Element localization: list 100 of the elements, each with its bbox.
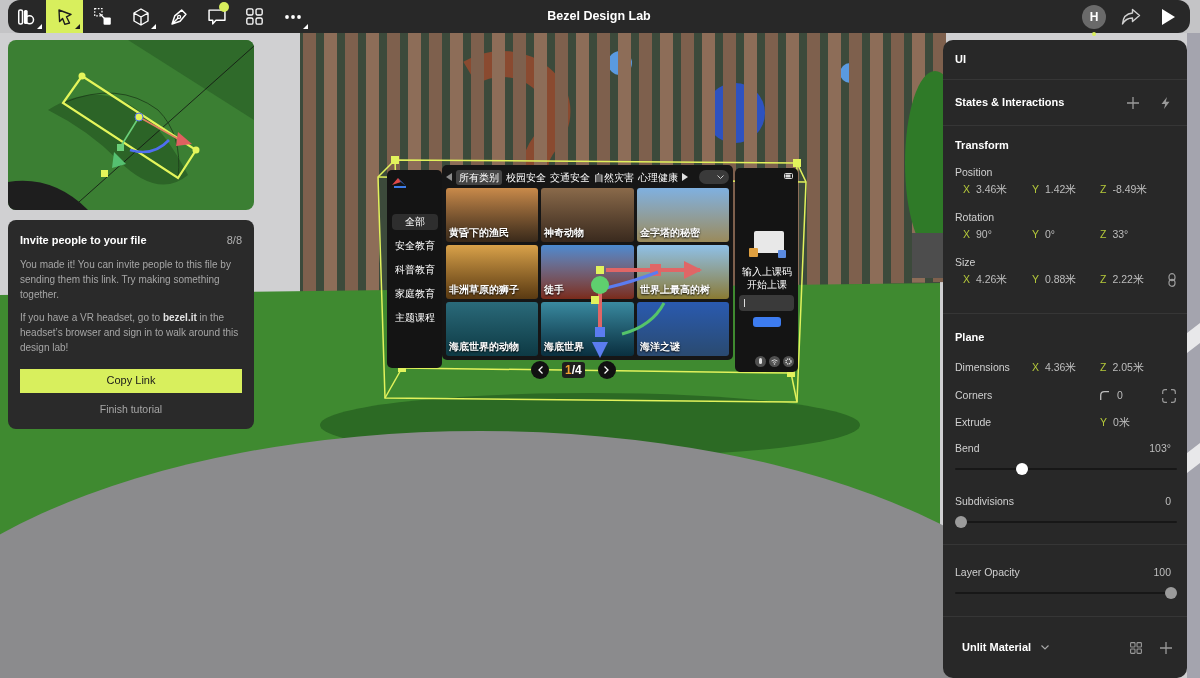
number-field[interactable]: 2.22米: [1112, 272, 1144, 288]
number-field[interactable]: 90°: [976, 227, 992, 243]
material-library-button[interactable]: [1130, 641, 1142, 654]
tutorial-title: Invite people to your file: [20, 233, 147, 248]
section-title: Transform: [955, 138, 1010, 152]
share-arrow-icon: [1121, 7, 1141, 26]
category-item[interactable]: 全部: [391, 214, 438, 230]
x-axis-arrow[interactable]: [606, 261, 702, 279]
axis-label: Z: [1100, 360, 1107, 375]
axis-label: X: [1032, 360, 1039, 375]
video-title: 黄昏下的渔民: [449, 227, 509, 239]
caret-right-icon[interactable]: [682, 173, 688, 181]
category-tab[interactable]: 校园安全: [506, 169, 546, 185]
grid-icon: [1130, 641, 1142, 654]
chevron-right-icon: [604, 366, 610, 374]
category-item[interactable]: 家庭教育: [391, 286, 438, 302]
plus-icon: [1160, 641, 1172, 654]
wifi-icon[interactable]: [769, 356, 780, 367]
interactions-button[interactable]: [1159, 96, 1171, 109]
video-thumbnail[interactable]: 海底世界的动物: [446, 302, 539, 356]
number-field[interactable]: 0.88米: [1045, 272, 1077, 288]
number-field[interactable]: 0米: [1113, 415, 1130, 431]
axis-label: Z: [1100, 182, 1107, 198]
window-title: Bezel Design Lab: [547, 8, 651, 26]
number-field[interactable]: 4.26米: [976, 272, 1008, 288]
start-class-button[interactable]: [752, 317, 781, 327]
gear-icon[interactable]: [783, 356, 794, 367]
class-code-input-field[interactable]: [739, 295, 794, 311]
video-title: 海底世界的动物: [449, 341, 519, 353]
chevron-down-icon: [717, 175, 724, 179]
microphone-icon[interactable]: [755, 356, 766, 367]
axis-handle[interactable]: [591, 296, 599, 304]
axis-label: Y: [1100, 415, 1107, 430]
video-thumbnail[interactable]: 非洲草原的狮子: [446, 245, 539, 299]
axis-handle[interactable]: [596, 266, 604, 274]
number-field[interactable]: 1.42米: [1045, 182, 1077, 198]
scale-icon: [94, 8, 111, 25]
slider-value: 100: [1153, 565, 1171, 579]
number-field[interactable]: 33°: [1112, 227, 1129, 243]
pen-icon: [170, 8, 187, 25]
field-label: Dimensions: [955, 360, 1011, 375]
finish-tutorial-link[interactable]: Finish tutorial: [99, 401, 163, 418]
material-dropdown[interactable]: Unlit Material: [962, 639, 1050, 656]
field-label: Size: [955, 255, 977, 269]
link-proportions-button[interactable]: [1168, 273, 1176, 287]
slider-value: 103°: [1149, 441, 1171, 455]
add-material-button[interactable]: [1160, 641, 1172, 654]
add-state-button[interactable]: [1127, 96, 1139, 109]
battery-icon: [784, 173, 794, 179]
category-tab[interactable]: 心理健康: [638, 169, 678, 185]
field-label: Subdivisions: [955, 494, 1014, 508]
slider-thumb[interactable]: [1015, 463, 1028, 475]
field-label: Layer Opacity: [955, 565, 1020, 579]
slider-track[interactable]: [955, 463, 1177, 475]
copy-link-button[interactable]: Copy Link: [20, 368, 242, 393]
speech-bubble-icon: [207, 8, 226, 25]
slider-thumb[interactable]: [955, 516, 967, 528]
select-tool-button[interactable]: [46, 0, 83, 33]
logo-icon: [17, 8, 36, 25]
rotation-ring[interactable]: [621, 302, 666, 336]
category-item[interactable]: 主题课程: [391, 310, 438, 326]
slider-value: 0: [1165, 494, 1171, 508]
page-indicator: 1/4: [562, 362, 585, 378]
video-thumbnail[interactable]: 海洋之谜: [636, 302, 729, 356]
video-title: 非洲草原的狮子: [449, 284, 519, 296]
lightning-bolt-icon: [1160, 96, 1170, 109]
resize-handle[interactable]: [391, 156, 399, 164]
axis-label: Z: [1100, 227, 1107, 243]
video-thumbnail[interactable]: 黄昏下的渔民: [446, 188, 539, 242]
video-title: 金字塔的秘密: [639, 227, 700, 239]
play-icon: [1161, 8, 1175, 25]
category-tab[interactable]: 自然灾害: [594, 169, 634, 185]
number-field[interactable]: 4.36米: [1045, 360, 1077, 376]
center-handle[interactable]: [591, 276, 609, 294]
axis-label: X: [963, 272, 970, 288]
category-tab[interactable]: 交通安全: [550, 169, 590, 185]
caret-left-icon[interactable]: [446, 173, 452, 181]
resize-handle[interactable]: [793, 159, 801, 167]
category-item[interactable]: 安全教育: [391, 238, 438, 254]
category-tab[interactable]: 所有类别: [456, 169, 502, 185]
video-thumbnail[interactable]: 神奇动物: [541, 188, 634, 242]
axis-label: X: [963, 227, 970, 243]
video-thumbnail[interactable]: 世界上最高的树: [636, 245, 729, 299]
number-field[interactable]: -8.49米: [1112, 182, 1148, 198]
slider-track[interactable]: [955, 516, 1177, 528]
z-axis-arrow[interactable]: [592, 293, 608, 358]
axis-label: Y: [1032, 227, 1039, 243]
corner-radius-icon: [1100, 391, 1109, 401]
number-field[interactable]: 0°: [1045, 227, 1056, 243]
slider-thumb[interactable]: [1165, 587, 1177, 599]
category-item[interactable]: 科普教育: [391, 262, 438, 278]
video-thumbnail[interactable]: 海底世界: [541, 302, 634, 356]
independent-corners-button[interactable]: [1162, 388, 1176, 403]
slider-track[interactable]: [955, 587, 1177, 599]
number-field[interactable]: 2.05米: [1112, 360, 1144, 376]
number-field[interactable]: 0: [1117, 388, 1123, 404]
number-field[interactable]: 3.46米: [976, 182, 1008, 198]
field-label: Position: [955, 165, 994, 179]
video-title: 神奇动物: [544, 227, 585, 239]
screen-card-icon: [746, 229, 787, 261]
